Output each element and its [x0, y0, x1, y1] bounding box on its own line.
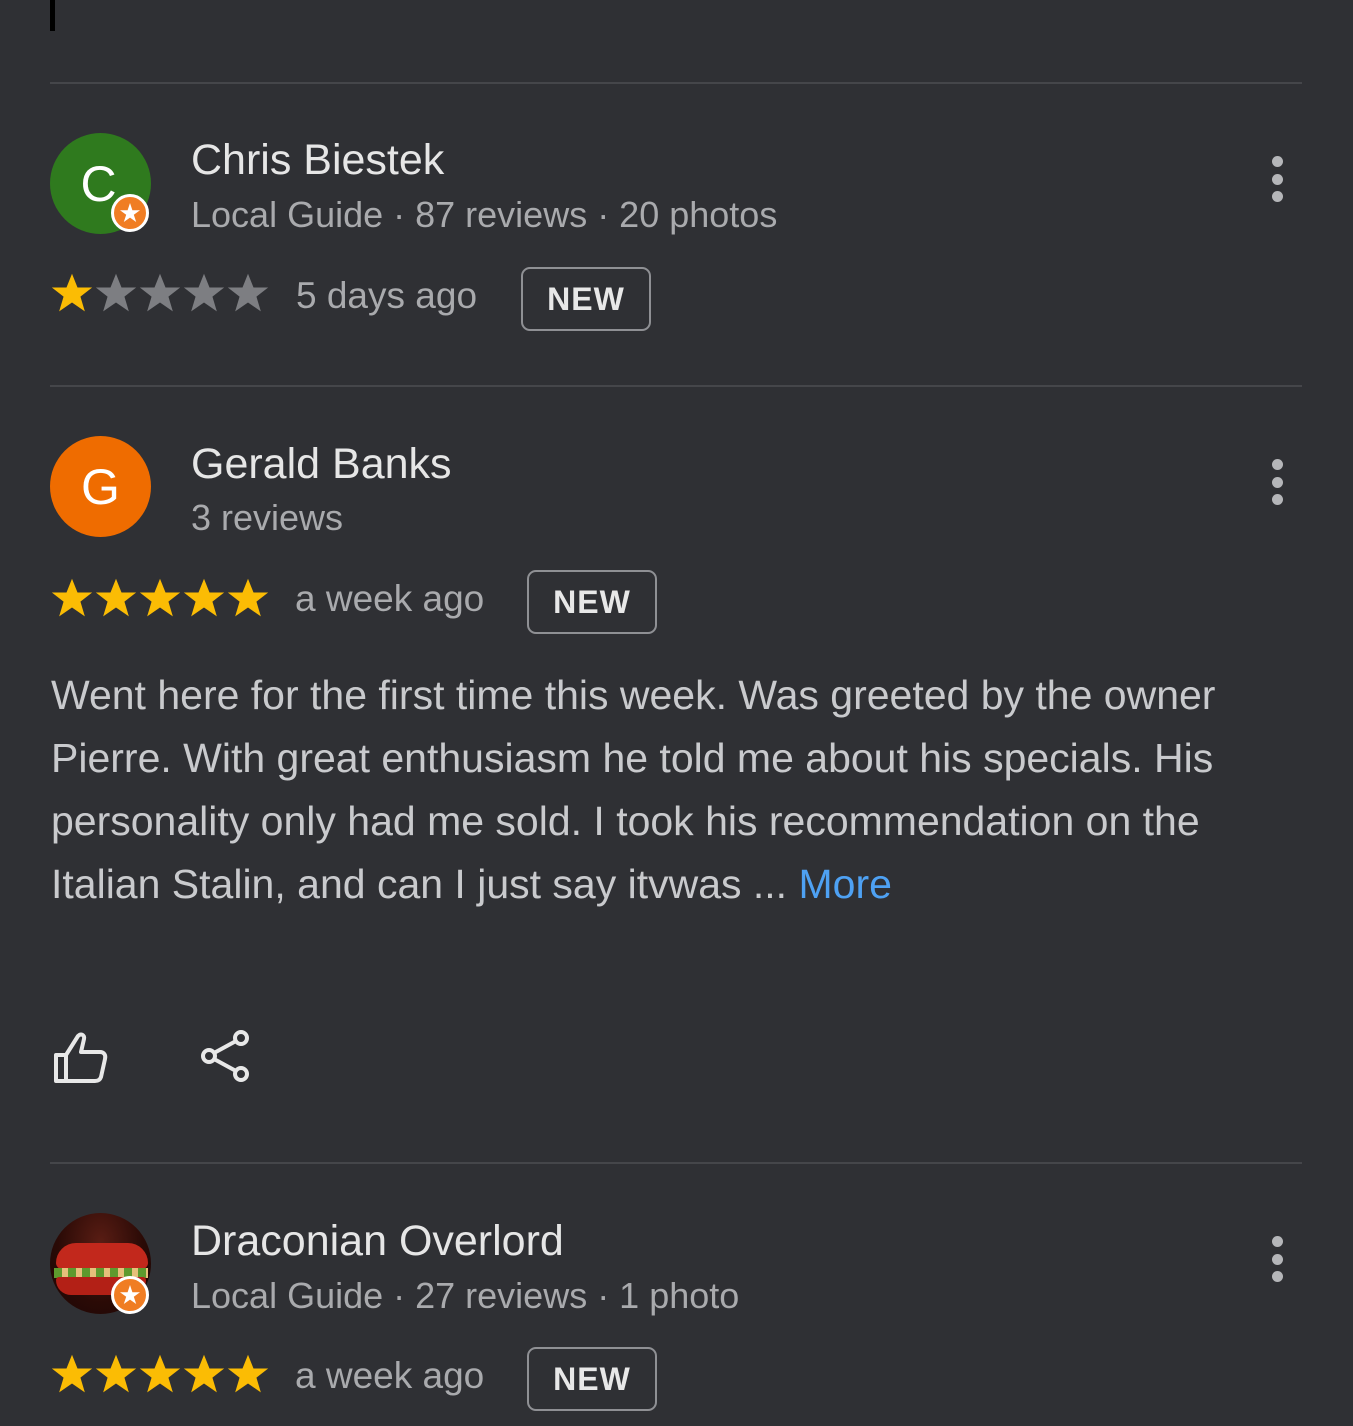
divider	[50, 82, 1302, 84]
more-link[interactable]: More	[798, 861, 891, 907]
more-options-icon[interactable]	[1259, 154, 1295, 204]
star-rating	[50, 271, 270, 315]
review-text: Went here for the first time this week. …	[51, 664, 1281, 916]
star-rating	[50, 1352, 270, 1396]
share-icon[interactable]	[196, 1027, 256, 1087]
star-filled-icon	[95, 1354, 137, 1393]
avatar-letter: G	[81, 458, 120, 515]
star-filled-icon	[183, 578, 225, 617]
reviewer-meta: Local Guide · 87 reviews · 20 photos	[191, 194, 778, 235]
reviewer-name[interactable]: Gerald Banks	[191, 440, 452, 489]
new-badge: NEW	[527, 1347, 657, 1411]
star-empty-icon	[139, 273, 181, 312]
divider	[50, 1162, 1302, 1164]
star-empty-icon	[183, 273, 225, 312]
thumbs-up-icon[interactable]	[50, 1028, 110, 1088]
review-time: a week ago	[295, 1355, 485, 1396]
review-time: a week ago	[295, 578, 485, 619]
star-empty-icon	[227, 273, 269, 312]
more-options-icon[interactable]	[1259, 457, 1295, 507]
review-time: 5 days ago	[296, 275, 478, 316]
reviewer-meta: Local Guide · 27 reviews · 1 photo	[191, 1275, 740, 1316]
star-rating	[50, 576, 270, 620]
star-filled-icon	[227, 578, 269, 617]
reviewer-meta: 3 reviews	[191, 497, 344, 538]
divider	[50, 385, 1302, 387]
star-filled-icon	[183, 1354, 225, 1393]
star-filled-icon	[227, 1354, 269, 1393]
more-options-icon[interactable]	[1259, 1234, 1295, 1284]
star-filled-icon	[139, 578, 181, 617]
new-badge: NEW	[521, 267, 651, 331]
reviews-page: C Chris Biestek Local Guide · 87 reviews…	[0, 0, 1353, 1426]
star-filled-icon	[51, 578, 93, 617]
reviewer-name[interactable]: Draconian Overlord	[191, 1217, 564, 1266]
new-badge: NEW	[527, 570, 657, 634]
local-guide-badge-icon	[111, 1276, 149, 1314]
text-cursor	[50, 0, 55, 31]
local-guide-badge-icon	[111, 194, 149, 232]
star-empty-icon	[95, 273, 137, 312]
avatar-letter: C	[80, 155, 117, 212]
star-filled-icon	[51, 273, 93, 312]
star-filled-icon	[95, 578, 137, 617]
review-body: Went here for the first time this week. …	[51, 672, 1216, 907]
star-filled-icon	[139, 1354, 181, 1393]
avatar-image	[56, 1243, 148, 1269]
avatar[interactable]: G	[50, 436, 151, 537]
reviewer-name[interactable]: Chris Biestek	[191, 136, 444, 185]
star-filled-icon	[51, 1354, 93, 1393]
